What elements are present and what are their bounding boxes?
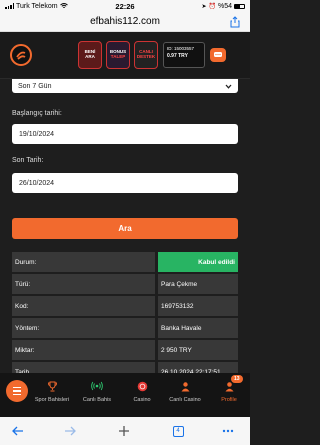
period-select[interactable]: Son 7 Gün xyxy=(12,79,238,93)
bonus-line2: TALEP xyxy=(110,54,126,59)
browser-toolbar: 4 xyxy=(0,417,250,445)
type-value: Para Çekme xyxy=(158,274,238,294)
wifi-icon xyxy=(59,3,68,8)
chevron-down-icon xyxy=(225,84,232,89)
status-label: Durum: xyxy=(12,252,155,272)
signal-icon xyxy=(5,3,14,9)
nav-live-label: Canlı Bahis xyxy=(82,397,112,403)
nav-profile[interactable]: 13 Profile xyxy=(207,375,251,403)
alarm-icon: ⏰ xyxy=(208,3,216,10)
messages-button[interactable] xyxy=(210,48,226,62)
forward-arrow-icon[interactable] xyxy=(62,423,78,439)
table-row: Durum: Kabul edildi xyxy=(12,252,238,272)
table-row: Kod: 169753132 xyxy=(12,296,238,316)
more-icon[interactable] xyxy=(220,423,236,439)
site-logo[interactable] xyxy=(10,44,32,66)
method-value: Banka Havale xyxy=(158,318,238,338)
bottom-navigation: Spor Bahisleri Canlı Bahis Casino Canlı … xyxy=(0,373,250,417)
carrier-label: Turk Telekom xyxy=(16,2,58,10)
location-icon: ➤ xyxy=(201,3,207,10)
address-bar[interactable]: efbahis112.com xyxy=(0,12,250,32)
back-arrow-icon[interactable] xyxy=(10,423,26,439)
nav-casino-label: Casino xyxy=(133,397,151,403)
nav-live-casino[interactable]: Canlı Casino xyxy=(163,380,207,403)
nav-live-betting[interactable]: Canlı Bahis xyxy=(75,380,119,403)
table-row: Türü: Para Çekme xyxy=(12,274,238,294)
battery-percent: %54 xyxy=(217,2,232,10)
start-date-value: 19/10/2024 xyxy=(19,130,55,138)
hamburger-icon xyxy=(13,387,21,389)
dealer-icon xyxy=(179,380,191,392)
end-date-label: Son Tarih: xyxy=(12,157,44,164)
menu-button[interactable] xyxy=(6,380,28,402)
clock: 22:26 xyxy=(115,1,135,11)
period-value: Son 7 Gün xyxy=(18,82,52,90)
account-summary[interactable]: ID: 15003557 0.97 TRY xyxy=(163,42,205,68)
amount-value: 2 950 TRY xyxy=(158,340,238,360)
code-label: Kod: xyxy=(12,296,155,316)
status-badge: Kabul edildi xyxy=(158,252,238,272)
logo-icon xyxy=(16,51,26,60)
site-header: BENİ ARA BONUS TALEP CANLI DESTEK ID: 15… xyxy=(0,32,250,79)
tabs-count: 4 xyxy=(172,425,184,437)
nav-profile-label: Profile xyxy=(221,397,237,403)
transaction-details: Durum: Kabul edildi Türü: Para Çekme Kod… xyxy=(12,252,238,384)
nav-live-casino-label: Canlı Casino xyxy=(169,397,201,403)
url-text[interactable]: efbahis112.com xyxy=(90,16,160,27)
trophy-icon xyxy=(46,380,58,392)
table-row: Yöntem: Banka Havale xyxy=(12,318,238,338)
nav-sports-label: Spor Bahisleri xyxy=(34,397,70,403)
nav-sports[interactable]: Spor Bahisleri xyxy=(30,380,74,403)
amount-label: Miktar: xyxy=(12,340,155,360)
code-value: 169753132 xyxy=(158,296,238,316)
method-label: Yöntem: xyxy=(12,318,155,338)
end-date-value: 26/10/2024 xyxy=(19,179,55,187)
notification-badge: 13 xyxy=(231,375,243,383)
live-signal-icon xyxy=(91,380,103,392)
live-support-button[interactable]: CANLI DESTEK xyxy=(134,41,158,69)
start-date-label: Başlangıç tarihi: xyxy=(12,110,62,117)
support-line2: DESTEK xyxy=(136,54,156,59)
call-me-line2: ARA xyxy=(85,54,95,59)
call-me-button[interactable]: BENİ ARA xyxy=(78,41,102,69)
nav-casino[interactable]: Casino xyxy=(120,380,164,403)
account-balance: 0.97 TRY xyxy=(167,52,188,59)
account-id: ID: 15003557 xyxy=(167,46,195,51)
end-date-field[interactable]: 26/10/2024 xyxy=(12,173,238,193)
battery-icon xyxy=(234,3,245,9)
share-icon[interactable] xyxy=(230,16,240,28)
chip-icon xyxy=(136,380,148,392)
new-tab-icon[interactable] xyxy=(116,423,132,439)
bonus-request-button[interactable]: BONUS TALEP xyxy=(106,41,130,69)
tabs-button[interactable]: 4 xyxy=(170,423,186,439)
search-button[interactable]: Ara xyxy=(12,218,238,239)
table-row: Miktar: 2 950 TRY xyxy=(12,340,238,360)
chat-icon xyxy=(214,52,222,57)
type-label: Türü: xyxy=(12,274,155,294)
start-date-field[interactable]: 19/10/2024 xyxy=(12,124,238,144)
status-bar: Turk Telekom 22:26 ➤ ⏰ %54 xyxy=(0,0,250,12)
